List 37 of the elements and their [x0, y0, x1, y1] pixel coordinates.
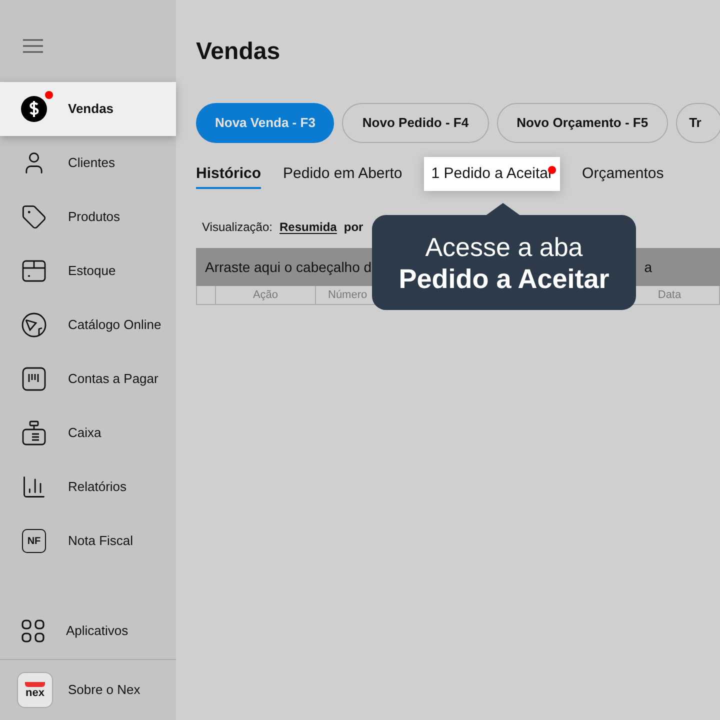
action-button[interactable]: Tr — [676, 103, 720, 143]
sidebar-item[interactable]: Clientes — [0, 136, 176, 190]
view-option[interactable]: Resumida — [280, 218, 337, 236]
tooltip-text: Pedido a Aceitar — [398, 262, 610, 294]
sidebar-item[interactable]: Contas a Pagar — [0, 352, 176, 406]
sidebar-item[interactable]: Vendas — [0, 82, 176, 136]
sidebar-item[interactable]: nex Sobre o Nex — [0, 660, 176, 720]
group-panel-text: a — [644, 258, 652, 276]
globe-icon — [21, 312, 47, 338]
sidebar-item[interactable]: Aplicativos — [0, 602, 176, 660]
cash-register-icon — [21, 420, 47, 446]
dollar-icon — [21, 96, 47, 122]
tab[interactable]: 1 Pedido a Aceitar — [424, 157, 560, 191]
box-icon — [21, 258, 47, 284]
sidebar-item[interactable]: Relatórios — [0, 460, 176, 514]
tag-icon — [21, 204, 47, 230]
tab[interactable]: Orçamentos — [582, 157, 664, 191]
bar-chart-icon — [21, 474, 47, 500]
sidebar-item[interactable]: Catálogo Online — [0, 298, 176, 352]
tab[interactable]: Histórico — [196, 157, 262, 191]
tab[interactable]: Pedido em Aberto — [283, 157, 402, 191]
action-button[interactable]: Novo Orçamento - F5 — [496, 103, 668, 143]
tooltip-text: Acesse a aba — [425, 230, 583, 262]
view-label: Visualização: — [202, 219, 272, 236]
menu-icon[interactable] — [23, 39, 43, 53]
page-title: Vendas — [196, 37, 282, 67]
sidebar-item[interactable]: Produtos — [0, 190, 176, 244]
nex-logo-icon: nex — [17, 672, 53, 708]
barcode-box-icon — [21, 366, 47, 392]
view-option[interactable]: por — [344, 218, 364, 236]
apps-grid-icon — [21, 618, 45, 642]
nf-icon: NF — [22, 529, 46, 553]
sidebar-item[interactable]: Caixa — [0, 406, 176, 460]
sidebar-item[interactable]: Estoque — [0, 244, 176, 298]
group-panel-text: Arraste aqui o cabeçalho d — [205, 258, 372, 277]
sidebar-item[interactable]: NF Nota Fiscal — [0, 514, 176, 568]
action-button[interactable]: Novo Pedido - F4 — [342, 103, 489, 143]
